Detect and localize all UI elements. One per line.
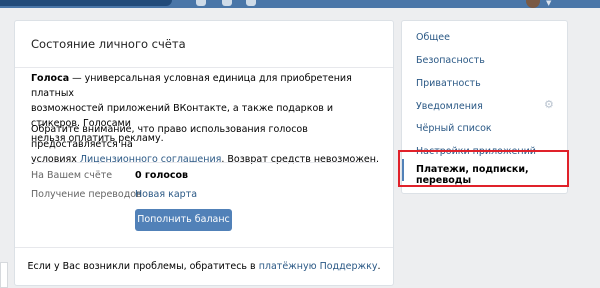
menu-item-general[interactable]: Общее [416, 32, 450, 43]
divider [15, 67, 393, 68]
payment-support-link[interactable]: платёжную Поддержку [259, 261, 378, 272]
license-notice: Обратите внимание, что право использован… [31, 122, 381, 167]
transfers-label: Получение переводов [31, 189, 142, 200]
balance-value: 0 голосов [135, 170, 189, 181]
footer-suffix: . [377, 261, 381, 272]
menu-item-security[interactable]: Безопасность [416, 55, 485, 66]
license-agreement-link[interactable]: Лицензионного соглашения [80, 154, 222, 165]
notice-line1: Обратите внимание, что право использован… [31, 124, 308, 150]
music-icon[interactable] [222, 0, 232, 6]
support-footer: Если у Вас возникли проблемы, обратитесь… [15, 261, 393, 272]
chevron-down-icon[interactable]: ▼ [546, 0, 551, 7]
footer-prefix: Если у Вас возникли проблемы, обратитесь… [27, 261, 259, 272]
page-title: Состояние личного счёта [31, 37, 186, 51]
notice-prefix: условиях [31, 154, 80, 165]
red-highlight-box [398, 150, 569, 187]
search-input[interactable] [0, 0, 172, 6]
votes-info-line1: — универсальная условная единица для при… [31, 73, 352, 99]
notifications-icon[interactable] [196, 0, 206, 6]
menu-item-privacy[interactable]: Приватность [416, 78, 481, 89]
divider [31, 162, 377, 163]
avatar[interactable] [526, 0, 540, 8]
votes-term: Голоса [31, 73, 70, 84]
top-up-balance-button[interactable]: Пополнить баланс [135, 209, 232, 231]
new-card-link[interactable]: Новая карта [135, 189, 197, 200]
top-bar: ▼ [0, 0, 600, 8]
menu-item-notifications[interactable]: Уведомления [416, 101, 483, 112]
notice-suffix: . Возврат средств невозможен. [221, 154, 379, 165]
games-icon[interactable] [246, 0, 256, 6]
gear-icon[interactable]: ⚙ [544, 98, 554, 111]
menu-item-blacklist[interactable]: Чёрный список [416, 123, 492, 134]
balance-label: На Вашем счёте [31, 170, 113, 181]
account-status-panel: Состояние личного счёта Голоса — универс… [14, 20, 394, 286]
divider [15, 247, 393, 248]
left-edge-widget [0, 262, 8, 288]
